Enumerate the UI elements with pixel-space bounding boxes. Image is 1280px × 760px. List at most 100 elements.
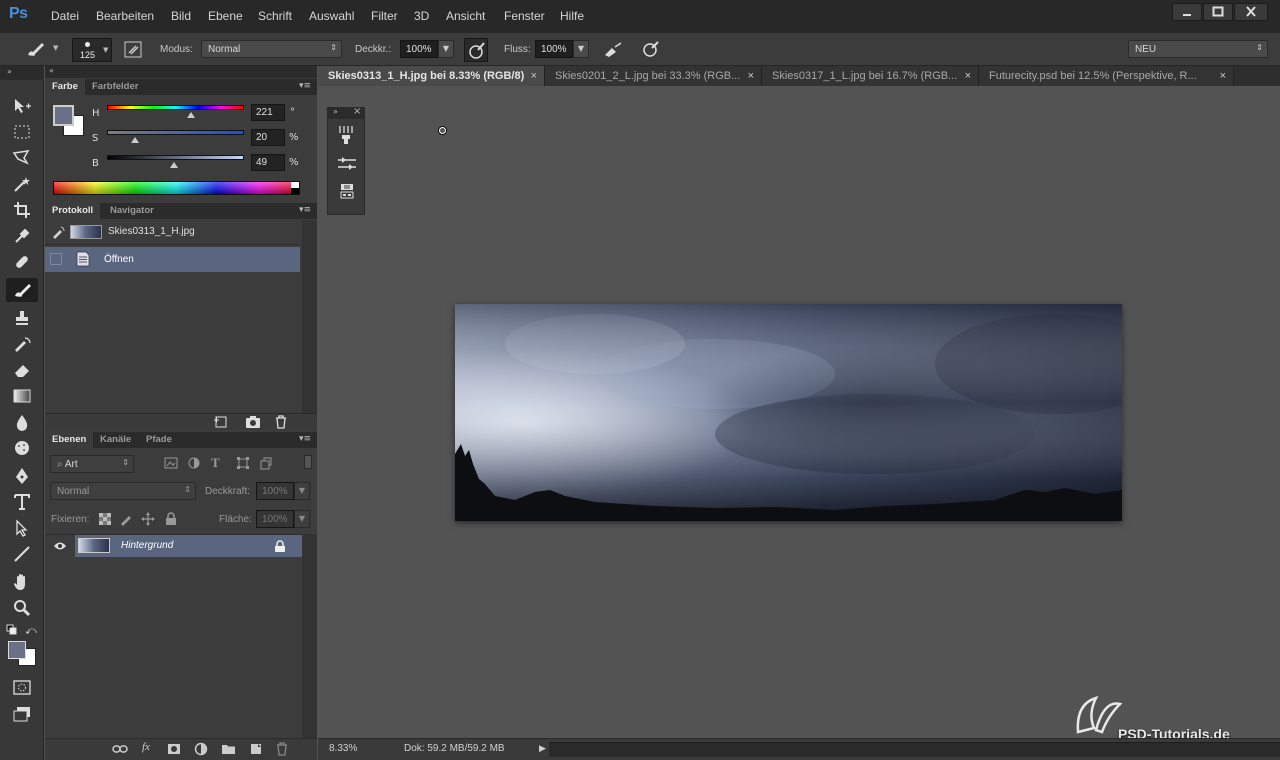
hue-slider-thumb[interactable] (187, 112, 195, 118)
move-tool[interactable] (6, 94, 38, 118)
tab-farbfelder[interactable]: Farbfelder (85, 79, 145, 95)
layer-name[interactable]: Hintergrund (121, 540, 173, 551)
filter-pixel-icon[interactable] (164, 456, 178, 470)
minimize-button[interactable] (1172, 3, 1202, 21)
zoom-tool[interactable] (6, 596, 38, 620)
camera-icon[interactable] (245, 415, 261, 429)
lock-transparent-icon[interactable] (99, 513, 111, 525)
panel-menu-icon[interactable]: ▾≡ (299, 81, 311, 91)
menu-fenster[interactable]: Fenster (504, 9, 545, 23)
lasso-tool[interactable] (6, 146, 38, 170)
maximize-button[interactable] (1203, 3, 1233, 21)
tab-farbe[interactable]: Farbe (45, 79, 85, 95)
tab-ebenen[interactable]: Ebenen (45, 432, 94, 448)
horizontal-scrollbar[interactable] (549, 742, 1280, 757)
brush-tool[interactable] (6, 278, 38, 302)
tab-kanaele[interactable]: Kanäle (93, 432, 138, 448)
pressure-size-button[interactable] (641, 39, 661, 59)
layer-opacity-dropdown[interactable]: ▼ (294, 482, 310, 500)
panel-menu-icon[interactable]: ▾≡ (299, 434, 311, 444)
canvas-area[interactable]: » × PSD-Tutorials.de (318, 86, 1280, 742)
close-icon[interactable]: × (748, 70, 754, 82)
panel-menu-icon[interactable]: ▾≡ (299, 205, 311, 215)
history-brush-tool[interactable] (6, 332, 38, 356)
brush-panel-toggle[interactable] (124, 41, 142, 59)
clone-source-icon[interactable] (338, 182, 356, 200)
marquee-tool[interactable] (6, 120, 38, 144)
new-layer-icon[interactable] (249, 742, 263, 756)
flow-dropdown[interactable]: ▼ (573, 40, 589, 58)
color-fg-swatch[interactable] (53, 105, 74, 126)
brightness-input[interactable]: 49 (251, 154, 285, 171)
menu-ebene[interactable]: Ebene (208, 9, 243, 23)
lock-position-icon[interactable] (141, 512, 155, 526)
menu-datei[interactable]: Datei (51, 9, 79, 23)
history-snapshot-row[interactable]: Skies0313_1_H.jpg (45, 220, 300, 245)
filter-type-icon[interactable]: T (211, 455, 220, 471)
gradient-tool[interactable] (6, 384, 38, 408)
layer-visibility-cell[interactable] (45, 535, 75, 557)
pen-tool[interactable] (6, 464, 38, 488)
hue-slider-track[interactable] (107, 105, 244, 110)
history-step-row[interactable]: Öffnen (45, 247, 300, 272)
close-button[interactable] (1234, 3, 1268, 21)
tab-protokoll[interactable]: Protokoll (45, 203, 101, 219)
menu-ansicht[interactable]: Ansicht (446, 9, 485, 23)
menu-bild[interactable]: Bild (171, 9, 191, 23)
eraser-tool[interactable] (6, 358, 38, 382)
menu-bearbeiten[interactable]: Bearbeiten (96, 9, 154, 23)
doc-tab-3[interactable]: Skies0317_1_L.jpg bei 16.7% (RGB... × (762, 66, 979, 86)
close-icon[interactable]: × (965, 70, 971, 82)
layers-scrollbar[interactable] (302, 534, 317, 742)
tool-preset-dropdown[interactable]: ▼ (53, 44, 58, 52)
layer-row[interactable]: Hintergrund (45, 534, 302, 557)
quick-selection-tool[interactable] (6, 172, 38, 196)
menu-schrift[interactable]: Schrift (258, 9, 292, 23)
menu-hilfe[interactable]: Hilfe (560, 9, 584, 23)
swap-colors-icon[interactable]: ⤺ (25, 624, 37, 638)
pressure-opacity-button[interactable] (464, 38, 488, 62)
hand-tool[interactable] (6, 570, 38, 594)
brightness-slider-thumb[interactable] (170, 162, 178, 168)
link-icon[interactable] (112, 743, 128, 755)
filter-adjustment-icon[interactable] (187, 456, 201, 470)
doc-tab-1[interactable]: Skies0313_1_H.jpg bei 8.33% (RGB/8) × (318, 66, 545, 86)
lock-all-icon[interactable] (165, 512, 177, 526)
tab-navigator[interactable]: Navigator (103, 203, 161, 219)
filter-smart-object-icon[interactable] (259, 456, 273, 470)
workspace-select[interactable]: NEU ⇕ (1128, 40, 1268, 58)
layer-filter-select[interactable]: ⌕ Art ⇕ (50, 455, 134, 473)
close-icon[interactable]: × (531, 70, 537, 82)
fill-dropdown[interactable]: ▼ (294, 510, 310, 528)
menu-filter[interactable]: Filter (371, 9, 398, 23)
path-selection-tool[interactable] (6, 516, 38, 540)
brush-presets-icon[interactable] (337, 125, 355, 145)
mask-icon[interactable] (167, 743, 181, 755)
history-source-checkbox[interactable] (50, 253, 62, 265)
expand-icon[interactable]: » (333, 107, 338, 116)
saturation-input[interactable]: 20 (251, 129, 285, 146)
close-icon[interactable]: × (353, 106, 361, 117)
saturation-slider-thumb[interactable] (131, 137, 139, 143)
brightness-slider-track[interactable] (107, 155, 244, 160)
dodge-tool[interactable] (6, 436, 38, 460)
history-scrollbar[interactable] (302, 220, 317, 413)
tab-pfade[interactable]: Pfade (139, 432, 179, 448)
default-colors-icon[interactable] (6, 624, 18, 636)
menu-3d[interactable]: 3D (414, 9, 429, 23)
filter-shape-icon[interactable] (236, 456, 250, 470)
brush-settings-icon[interactable] (337, 156, 357, 172)
trash-icon[interactable] (274, 415, 288, 429)
filter-toggle-switch[interactable] (304, 455, 312, 469)
line-tool[interactable] (6, 542, 38, 566)
crop-tool[interactable] (6, 198, 38, 222)
collapse-icon[interactable]: » (7, 67, 12, 76)
eyedropper-tool[interactable] (6, 224, 38, 248)
adjustment-layer-icon[interactable] (194, 742, 208, 756)
status-menu-arrow[interactable]: ▶ (539, 743, 546, 754)
opacity-dropdown[interactable]: ▼ (438, 40, 454, 58)
blur-tool[interactable] (6, 410, 38, 434)
mode-select[interactable]: Normal ⇕ (201, 40, 342, 58)
delete-layer-icon[interactable] (275, 742, 289, 756)
brush-tool-icon[interactable] (24, 40, 48, 58)
